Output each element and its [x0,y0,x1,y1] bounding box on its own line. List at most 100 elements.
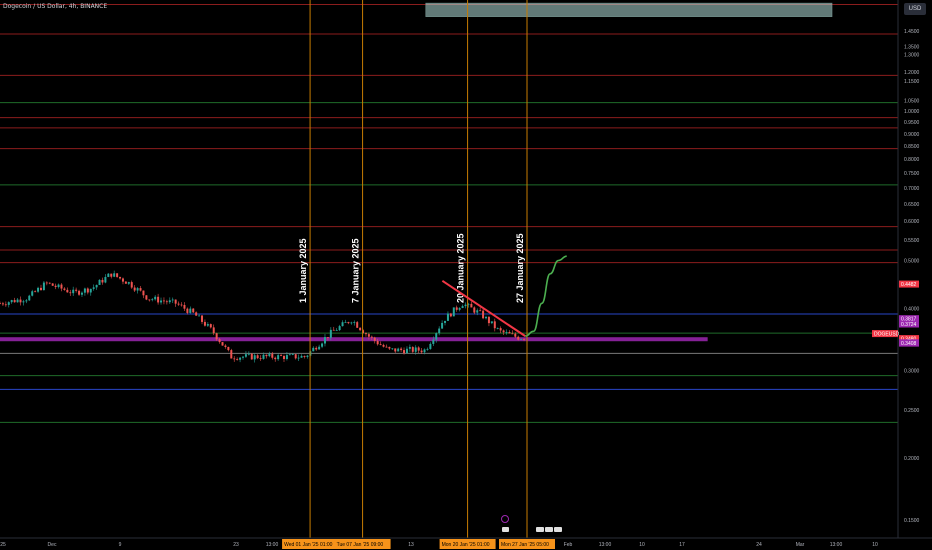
time-tick-label: 23 [233,542,239,548]
candle-body [148,299,151,301]
candle-body [303,355,306,357]
candle-body [121,278,124,282]
event-label: 7 January 2025 [351,238,361,303]
candle-body [224,345,227,347]
candle-body [57,284,60,288]
time-tick-label: 9 [119,542,122,548]
candle-body [34,291,37,293]
candle-body [253,355,256,360]
price-tick-label: 1.1500 [904,79,920,85]
candle-body [271,353,274,358]
price-label: 0.4482 [901,282,917,288]
candle-body [4,304,7,306]
candle-body [464,304,467,307]
candle-body [485,316,488,319]
candle-body [10,300,13,303]
candle-body [160,300,163,303]
candle-body [206,324,209,326]
candle-body [280,355,283,356]
candle-body [499,328,502,331]
candle-body [285,355,288,360]
price-tick-label: 0.1500 [904,518,920,524]
candle-body [250,353,253,360]
time-tick-label: 13:00 [599,542,612,548]
candle-body [321,343,324,347]
candle-body [446,313,449,321]
candle-body [502,330,505,333]
candle-body [186,308,189,313]
candle-body [514,333,517,337]
candle-body [423,349,426,353]
candle-body [48,282,51,284]
candle-body [37,287,40,292]
candle-body [78,290,81,295]
candle-body [493,321,496,329]
candle-body [195,312,198,316]
candle-body [476,310,479,313]
time-tick-label: 13 [408,542,414,548]
candle-body [92,287,95,289]
candle-body [162,300,165,302]
candle-body [449,313,452,317]
price-tick-label: 1.3000 [904,53,920,59]
candle-body [145,295,148,300]
candle-body [75,289,78,291]
candle-body [508,332,511,334]
candle-body [230,350,233,359]
price-tick-label: 0.7000 [904,186,920,192]
candle-body [66,289,69,293]
candle-body [382,344,385,347]
candle-body [192,308,195,313]
candle-body [315,347,318,350]
candle-body [227,346,230,351]
time-tick-label: Feb [564,542,573,548]
candle-body [239,357,242,360]
candle-body [426,348,429,350]
candle-body [136,288,139,291]
candle-body [329,329,332,338]
price-tick-label: 0.9500 [904,120,920,126]
candle-body [13,300,16,303]
candle-body [69,292,72,294]
time-tick-label: 10 [872,542,878,548]
time-highlight-label: Wed 01 Jan '25 01:00 [284,542,333,548]
candle-body [511,333,514,335]
time-highlight-label: Mon 27 Jan '25 05:00 [501,542,549,548]
candle-body [80,292,83,295]
candle-body [268,353,271,357]
candle-body [405,348,408,354]
candle-body [400,348,403,351]
candle-body [89,288,92,293]
event-label: 1 January 2025 [298,238,308,303]
candle-body [95,284,98,288]
price-label: 0.3724 [901,322,917,328]
calendar-marker [536,527,544,532]
candle-body [233,358,236,360]
candle-body [496,328,499,329]
price-tick-label: 0.3000 [904,369,920,375]
candle-body [397,348,400,352]
candle-body [300,355,303,358]
candle-body [370,336,373,338]
candle-body [116,273,119,277]
time-tick-label: 13:00 [266,542,279,548]
currency-button[interactable]: USD [904,3,926,15]
price-chart[interactable]: 1 January 2025 7 January 2025 20 January 2… [0,0,932,550]
price-tick-label: 0.4000 [904,307,920,313]
candle-body [326,337,329,338]
candle-body [39,287,42,291]
time-tick-label: 10 [639,542,645,548]
candle-body [318,346,321,350]
candle-body [411,347,414,352]
supply-zone [425,2,833,17]
price-tick-label: 0.7500 [904,171,920,177]
candle-body [441,322,444,329]
price-tick-label: 0.9000 [904,132,920,138]
candle-body [265,354,268,357]
candle-body [157,296,160,303]
candle-body [344,322,347,323]
candle-body [432,339,435,344]
candle-body [338,326,341,331]
candle-body [19,299,22,303]
time-tick-label: Mar [796,542,805,548]
